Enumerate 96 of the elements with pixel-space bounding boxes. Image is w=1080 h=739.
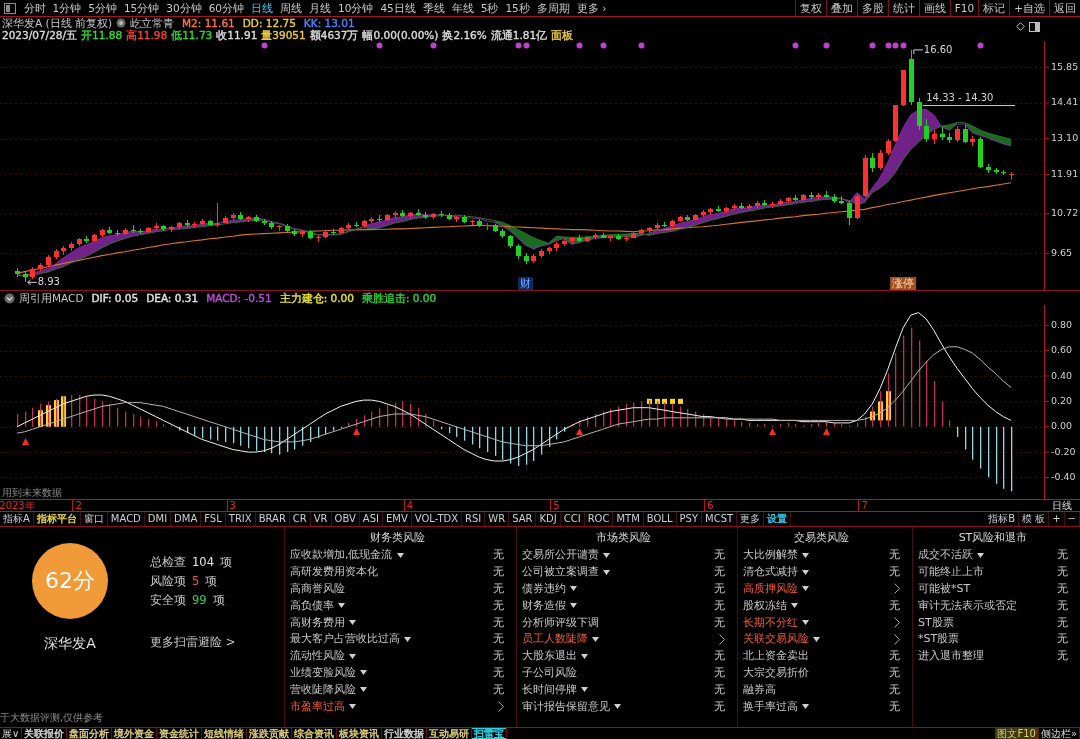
date-label: 7	[861, 500, 868, 511]
quote-value: 换2.16%	[442, 29, 487, 41]
result-text: 无	[493, 615, 504, 630]
result-text: 无	[889, 548, 900, 563]
column-title: 市场类风险	[595, 530, 652, 546]
column-title: 交易类风险	[793, 530, 850, 546]
result-text: 无	[493, 682, 504, 697]
quote-value: 开11.88	[81, 29, 123, 41]
result-text: 无	[889, 699, 900, 714]
result-text: 无	[493, 598, 504, 613]
quote-value: 低11.73	[171, 29, 213, 41]
quote-value: 收11.91	[216, 29, 258, 41]
axis-label: 9.65	[1051, 246, 1073, 258]
annotation: 8.93	[37, 276, 60, 288]
stat-value: 99	[192, 593, 207, 608]
result-text: 无	[1057, 565, 1068, 580]
high-price-label: 16.60	[913, 43, 953, 55]
axis-label: 0.80	[1051, 318, 1073, 330]
axis-label: -0.20	[1051, 445, 1076, 457]
result-text: 无	[889, 598, 900, 613]
indicator-value: DD: 12.75	[242, 17, 296, 29]
axis-label: -0.40	[1051, 470, 1076, 482]
axis-label: 15.85	[1051, 60, 1079, 72]
indicator-value: DEA: 0.31	[146, 291, 199, 305]
result-text: 无	[493, 649, 504, 664]
axis-label: 0.00	[1051, 420, 1073, 432]
result-text: 无	[493, 582, 504, 596]
stat-label: 总检查	[150, 555, 186, 570]
indicator-value: 乘胜追击: 0.00	[361, 291, 437, 305]
stock-title: 深华发A (日线 前复权)	[2, 17, 113, 29]
axis-label: 13.10	[1051, 132, 1079, 144]
stat-value: 104	[192, 555, 214, 570]
axis-label: 0.60	[1051, 344, 1073, 356]
axis-label: 0.40	[1051, 369, 1073, 381]
price-range-label: 14.33 - 14.30	[926, 91, 994, 103]
formula-name: 屹立常青	[130, 17, 175, 29]
stock-name: 深华发A	[44, 635, 96, 651]
date-label: 5	[553, 500, 560, 511]
axis-label: 11.91	[1051, 167, 1079, 179]
result-text: 无	[714, 682, 725, 697]
date-label: 2023年	[0, 500, 35, 511]
result-text: 无	[714, 649, 725, 664]
result-text: 无	[493, 632, 504, 647]
stat-unit: 项	[205, 574, 218, 589]
date-label: 2	[75, 500, 82, 511]
note-text: 用到未来数据	[2, 487, 62, 498]
result-text: 无	[1057, 615, 1068, 630]
result-text: 无	[714, 615, 725, 630]
axis-label: 14.41	[1051, 96, 1079, 108]
result-text: 无	[1057, 582, 1068, 596]
column-title: 财务类风险	[368, 530, 426, 546]
quote-value: 额4637万	[309, 29, 359, 41]
result-text: 无	[714, 565, 725, 580]
result-text: 无	[493, 565, 504, 580]
result-text: 无	[493, 548, 504, 563]
score-circle: 62分	[32, 543, 108, 619]
indicator-value: M2: 11.61	[182, 17, 235, 29]
quote-value: 量39051	[261, 29, 306, 41]
result-text: 无	[714, 548, 725, 563]
axis-label: 10.72	[1051, 207, 1079, 219]
result-text: 无	[889, 565, 900, 580]
result-text: 无	[714, 699, 725, 714]
date-label: 3	[229, 500, 236, 511]
indicator-value: KK: 13.01	[303, 17, 355, 29]
result-text: 无	[889, 682, 900, 697]
disclaimer-text: 于大数据评测,仅供参考	[0, 712, 105, 725]
annotation: 16.60	[923, 43, 953, 55]
quote-value: 流通1.81亿	[490, 29, 548, 41]
quote-value: 2023/07/28/五	[2, 29, 78, 41]
quote-value: 幅0.00(0.00%)	[362, 29, 439, 41]
result-text: 无	[1057, 632, 1068, 647]
column-title: ST风险和退市	[957, 530, 1029, 546]
date-label: 4	[406, 500, 414, 511]
stat-label: 安全项	[150, 593, 186, 608]
indicator-value: DIF: 0.05	[91, 291, 139, 305]
stat-label: 风险项	[150, 574, 186, 589]
result-text: 无	[889, 649, 900, 664]
indicator-value: MACD: -0.51	[206, 291, 272, 305]
axis-label: 0.20	[1051, 394, 1073, 406]
result-text: 无	[1057, 649, 1068, 664]
quote-value: 高11.98	[126, 29, 168, 41]
date-label: 6	[707, 500, 714, 511]
result-text: 无	[1057, 598, 1068, 613]
result-text: 无	[493, 665, 504, 680]
low-price-label: 8.93	[27, 276, 60, 288]
result-text: 无	[714, 582, 725, 596]
result-text: 无	[714, 598, 725, 613]
indicator-value: 主力建仓: 0.00	[279, 291, 354, 305]
result-text: 无	[889, 665, 900, 680]
result-text: 无	[1057, 548, 1068, 563]
stat-unit: 项	[219, 555, 232, 570]
stat-value: 5	[192, 574, 200, 589]
period-label: 日线	[1052, 500, 1072, 511]
stat-unit: 项	[212, 593, 225, 608]
result-text: 无	[714, 665, 725, 680]
indicator-title: 周引用MACD	[19, 291, 84, 305]
